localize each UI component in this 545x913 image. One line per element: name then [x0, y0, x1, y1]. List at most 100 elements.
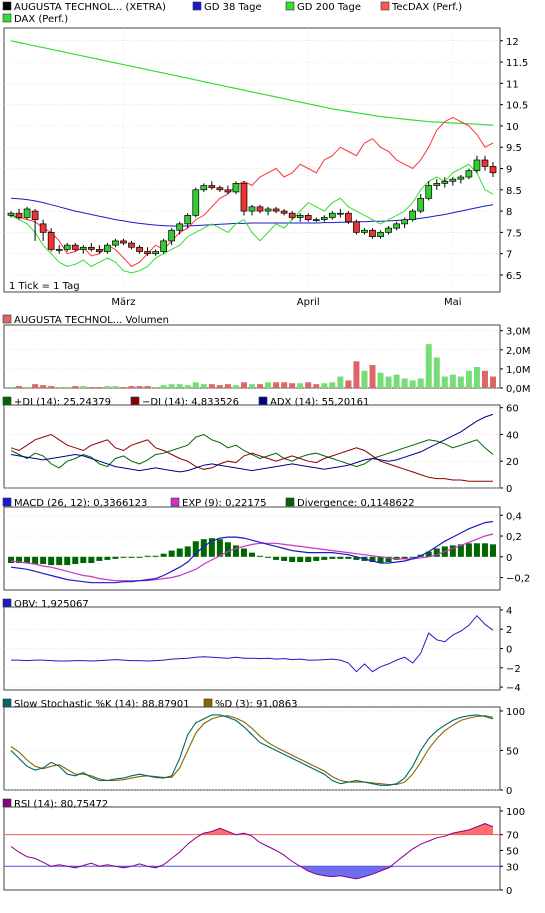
- volume-bar: [361, 370, 368, 388]
- volume-bar: [200, 384, 207, 388]
- legend-box-icon: [2, 798, 12, 808]
- candle-body: [160, 240, 167, 252]
- candle-body: [87, 246, 95, 250]
- candle-body: [232, 183, 240, 193]
- divergence-bar: [313, 556, 320, 561]
- volume-bar: [369, 365, 376, 388]
- divergence-bar: [24, 556, 31, 564]
- y-tick-label: 8.5: [506, 186, 522, 197]
- y-tick-label: 12: [506, 37, 519, 48]
- y-tick-label: 60: [506, 404, 519, 415]
- legend-box-icon: [2, 396, 12, 406]
- volume-bar: [401, 378, 408, 388]
- volume-bar: [465, 370, 472, 388]
- candle-body: [144, 251, 151, 255]
- candle-body: [425, 185, 433, 199]
- legend-label: AUGUSTA TECHNOL... Volumen: [14, 315, 169, 326]
- volume-bar: [240, 382, 247, 388]
- divergence-bar: [281, 556, 288, 561]
- legend-label: −DI (14): 4,833526: [142, 397, 239, 408]
- y-tick-label: 4: [506, 606, 512, 617]
- tecdax-line: [10, 116, 494, 268]
- legend-box-icon: [2, 497, 12, 507]
- divergence-bar: [80, 556, 87, 564]
- volume-bar: [321, 383, 328, 388]
- divergence-bar: [64, 556, 71, 566]
- panel-frame: [3, 404, 501, 489]
- volume-bar: [144, 386, 151, 388]
- candle-body: [288, 212, 296, 218]
- y-tick-label: 100: [506, 807, 525, 818]
- candle-body: [240, 183, 248, 212]
- candle-body: [449, 178, 457, 182]
- divergence-bar: [128, 556, 135, 558]
- y-tick-label: 0: [506, 886, 512, 897]
- y-tick-label: 0,4: [506, 511, 522, 522]
- divergence-bar: [249, 552, 255, 557]
- y-tick-label: 6.5: [506, 271, 522, 282]
- candle-body: [473, 159, 481, 171]
- candle-body: [465, 170, 473, 178]
- y-tick-label: 0: [506, 553, 512, 564]
- legend-box-icon: [170, 497, 180, 507]
- volume-bar: [128, 386, 135, 388]
- legend-box-icon: [192, 1, 202, 11]
- legend-box-icon: [258, 396, 268, 406]
- candle-body: [328, 212, 336, 218]
- divergence-bar: [257, 555, 264, 557]
- divergence-bar: [144, 555, 151, 557]
- legend-box-icon: [2, 1, 12, 11]
- candle-body: [55, 249, 63, 251]
- y-tick-label: 30: [506, 862, 519, 873]
- candle-body: [409, 210, 417, 220]
- candle-body: [296, 215, 304, 218]
- volume-bar: [257, 384, 264, 388]
- panel-frame: [3, 606, 501, 691]
- y-tick-label: −4: [506, 683, 521, 694]
- candle-body: [47, 232, 55, 250]
- divergence-bar: [56, 556, 63, 566]
- x-tick-label: Mai: [444, 297, 462, 308]
- divergence-bar: [48, 556, 55, 566]
- candle-body: [208, 185, 216, 189]
- y-tick-label: −0,2: [506, 574, 530, 585]
- divergence-bar: [88, 556, 95, 564]
- legend-label: GD 38 Tage: [204, 2, 262, 13]
- candle-body: [39, 223, 47, 233]
- volume-bar: [112, 386, 119, 388]
- legend-label: %D (3): 91,0863: [215, 699, 297, 710]
- volume-bar: [176, 384, 183, 388]
- divergence-bar: [168, 550, 175, 557]
- legend-label: OBV: 1,925067: [14, 599, 89, 610]
- volume-bar: [152, 387, 159, 388]
- volume-bar: [377, 372, 384, 388]
- candle-body: [168, 229, 176, 242]
- plus-di-line: [10, 433, 494, 469]
- divergence-bar: [8, 556, 14, 564]
- volume-bar: [168, 384, 175, 388]
- candle-body: [401, 219, 408, 225]
- divergence-bar: [345, 556, 352, 559]
- chart-stage: AUGUSTA TECHNOL... (XETRA) GD 38 Tage GD 2…: [0, 0, 545, 913]
- divergence-bar: [297, 556, 304, 562]
- divergence-bar: [96, 556, 103, 561]
- y-tick-label: 50: [506, 746, 519, 757]
- volume-bar: [289, 383, 296, 388]
- divergence-bar: [273, 556, 280, 560]
- candle-body: [184, 215, 192, 225]
- candle-body: [136, 246, 143, 252]
- rsi-line: [10, 823, 494, 880]
- candle-body: [216, 187, 224, 191]
- y-tick-label: 8: [506, 207, 512, 218]
- candle-body: [63, 244, 71, 250]
- y-tick-label: 9: [506, 165, 512, 176]
- legend-label: GD 200 Tage: [297, 2, 361, 13]
- candle-body: [385, 227, 392, 233]
- candle-body: [417, 197, 425, 212]
- candle-body: [176, 223, 184, 231]
- volume-bar: [64, 387, 71, 388]
- volume-bar: [96, 387, 103, 388]
- legend-label: ADX (14): 55,20161: [270, 397, 369, 408]
- volume-bar: [425, 344, 432, 388]
- legend-box-icon: [130, 396, 140, 406]
